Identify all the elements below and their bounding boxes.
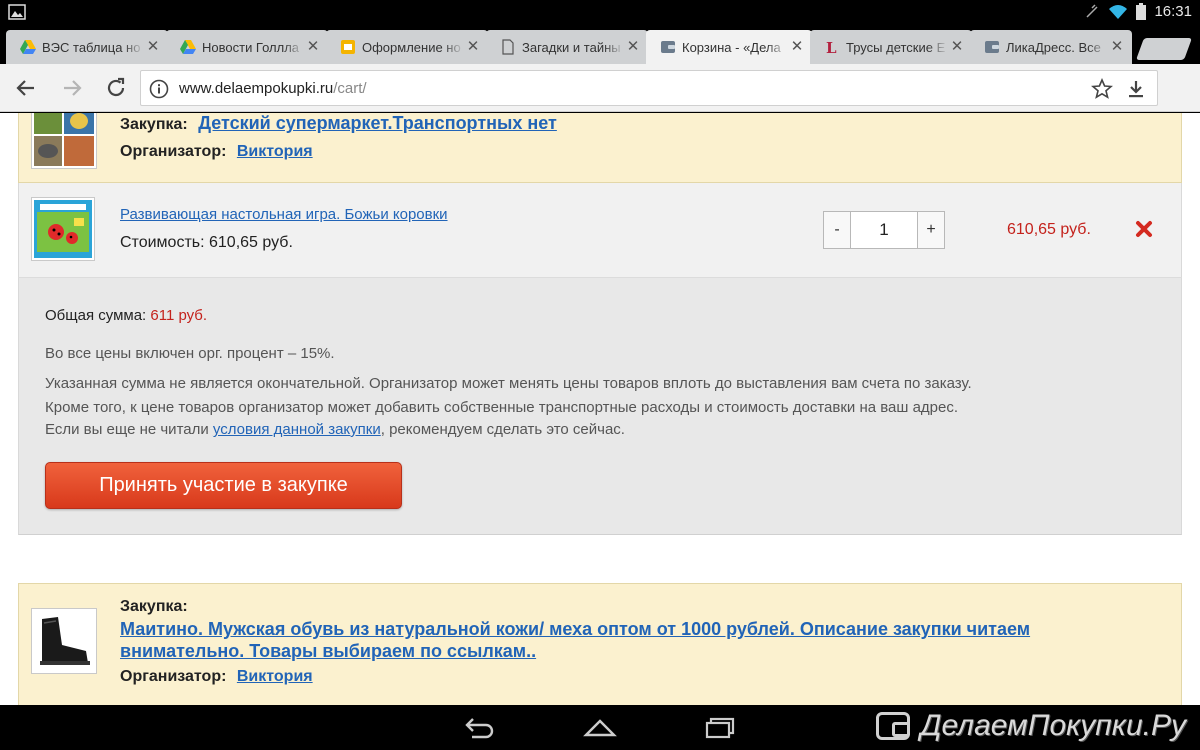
clock: 16:31 (1154, 3, 1192, 20)
browser-window: 16:31 ВЭС таблица но ✕ Новости Голлла ✕ … (0, 0, 1200, 750)
tab-close-icon[interactable]: ✕ (624, 38, 642, 56)
tab-close-icon[interactable]: ✕ (304, 38, 322, 56)
google-slides-icon (340, 39, 356, 55)
total-value: 611 руб. (150, 307, 208, 324)
status-bar: 16:31 (0, 0, 1200, 26)
nav-back-icon[interactable] (462, 715, 496, 739)
page-content: Закупка: Детский супермаркет.Транспортны… (0, 113, 1200, 705)
cost-value: 610,65 руб. (209, 234, 293, 251)
note-line-3-post: , рекомендуем сделать это сейчас. (380, 421, 625, 438)
reload-icon[interactable] (104, 76, 128, 100)
organizer-link[interactable]: Виктория (237, 143, 313, 160)
new-tab-button[interactable] (1135, 38, 1193, 60)
tab-6[interactable]: L Трусы детские Е ✕ (810, 30, 972, 64)
letter-l-icon: L (824, 39, 840, 57)
tab-2[interactable]: Новости Голлла ✕ (166, 30, 328, 64)
tab-7[interactable]: ЛикаДресс. Все ✕ (970, 30, 1132, 64)
google-drive-icon (20, 39, 36, 55)
svg-text:L: L (826, 39, 837, 55)
purchase-header: Закупка: Детский супермаркет.Транспортны… (18, 113, 1182, 183)
purchase-thumbnail[interactable] (31, 113, 97, 169)
bookmark-star-icon[interactable] (1091, 77, 1113, 100)
nav-home-icon[interactable] (583, 715, 617, 739)
note-line-2: Кроме того, к цене товаров организатор м… (45, 399, 959, 416)
address-bar[interactable]: www.delaempokupki.ru/cart/ (140, 70, 1158, 106)
url-text[interactable]: www.delaempokupki.ru/cart/ (179, 80, 367, 97)
system-nav-bar: ДелаемПокупки.Ру (0, 705, 1200, 750)
organizer-link-2[interactable]: Виктория (237, 668, 313, 685)
gallery-notification-icon (8, 4, 26, 20)
remove-item-icon[interactable] (1135, 220, 1153, 238)
increase-quantity-button[interactable]: + (918, 212, 944, 248)
purchase-title-link-2[interactable]: Маитино. Мужская обувь из натуральной ко… (120, 618, 1030, 640)
tab-close-icon[interactable]: ✕ (948, 38, 966, 56)
cart-item-row: Развивающая настольная игра. Божьи коров… (18, 183, 1182, 278)
site-watermark: ДелаемПокупки.Ру (876, 709, 1186, 743)
battery-icon (1136, 3, 1147, 20)
product-title-link[interactable]: Развивающая настольная игра. Божьи коров… (120, 206, 448, 223)
tab-3[interactable]: Оформление но ✕ (326, 30, 488, 64)
wallet-logo-icon (876, 712, 911, 740)
back-arrow-icon[interactable] (14, 76, 38, 100)
url-path: /cart/ (333, 80, 367, 97)
watermark-text: ДелаемПокупки.Ру (920, 709, 1186, 742)
tab-5-active[interactable]: Корзина - «Дела ✕ (646, 30, 812, 64)
total-label: Общая сумма: (45, 307, 147, 324)
nav-recents-icon[interactable] (703, 715, 737, 739)
document-icon (500, 39, 516, 55)
note-line-3-pre: Если вы еще не читали (45, 421, 213, 438)
info-icon[interactable] (149, 79, 169, 99)
cost-label: Стоимость: (120, 234, 205, 251)
purchase-title-link[interactable]: Детский супермаркет.Транспортных нет (198, 113, 557, 133)
quantity-input[interactable]: 1 (850, 212, 918, 248)
wifi-icon (1108, 4, 1128, 20)
tab-4[interactable]: Загадки и тайны ✕ (486, 30, 648, 64)
product-thumbnail[interactable] (31, 197, 95, 261)
purchase-label-2: Закупка: (120, 598, 188, 615)
browser-toolbar: www.delaempokupki.ru/cart/ (0, 64, 1200, 112)
note-line-1: Указанная сумма не является окончательно… (45, 375, 972, 392)
download-icon[interactable] (1125, 78, 1147, 100)
fee-note: Во все цены включен орг. процент – 15%. (45, 345, 335, 362)
tab-close-icon[interactable]: ✕ (144, 38, 162, 56)
order-summary: Общая сумма: 611 руб. Во все цены включе… (18, 278, 1182, 535)
wallet-icon (984, 39, 1000, 55)
purchase-title-link-2-cont[interactable]: внимательно. Товары выбираем по ссылкам.… (120, 640, 1030, 662)
tab-close-icon[interactable]: ✕ (1108, 38, 1126, 56)
google-drive-icon (180, 39, 196, 55)
purchase-label: Закупка: (120, 116, 188, 133)
wallet-icon (660, 39, 676, 55)
purchase-thumbnail-2[interactable] (31, 608, 97, 674)
purchase-header-2: Закупка: Маитино. Мужская обувь из натур… (18, 583, 1182, 705)
url-host: www.delaempokupki.ru (179, 80, 334, 97)
quantity-stepper: - 1 + (823, 211, 945, 249)
tab-close-icon[interactable]: ✕ (464, 38, 482, 56)
purchase-terms-link[interactable]: условия данной закупки (213, 421, 381, 438)
decrease-quantity-button[interactable]: - (824, 212, 850, 248)
tab-close-icon[interactable]: ✕ (788, 38, 806, 56)
organizer-label-2: Организатор: (120, 668, 227, 685)
join-purchase-button[interactable]: Принять участие в закупке (45, 462, 402, 509)
line-total: 610,65 руб. (1007, 221, 1091, 238)
forward-arrow-icon[interactable] (60, 76, 84, 100)
tab-1[interactable]: ВЭС таблица но ✕ (6, 30, 168, 64)
no-signal-icon (1084, 3, 1100, 20)
tab-strip: ВЭС таблица но ✕ Новости Голлла ✕ Оформл… (0, 26, 1200, 64)
organizer-label: Организатор: (120, 143, 227, 160)
